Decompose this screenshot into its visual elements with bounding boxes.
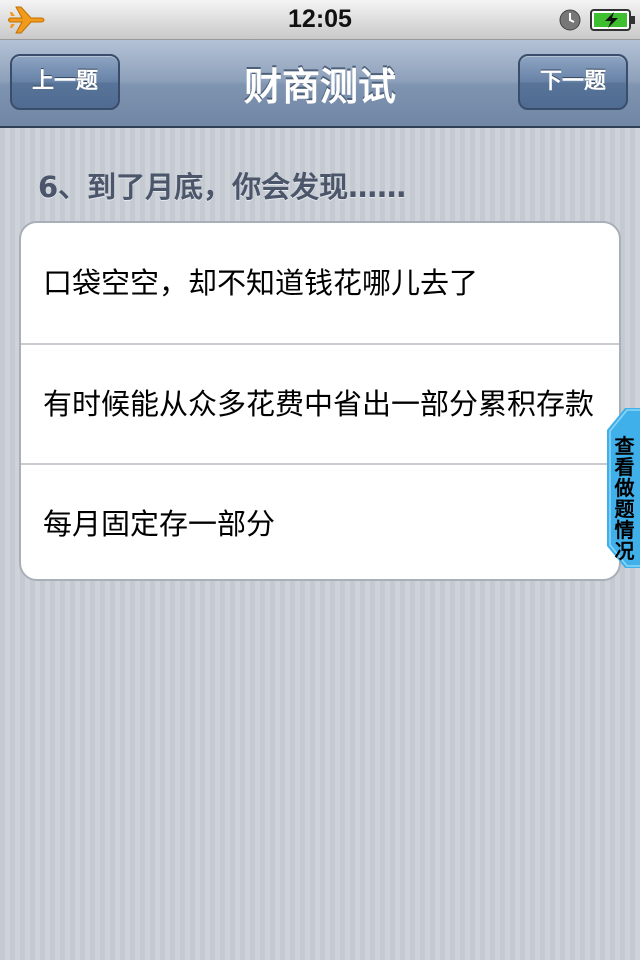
status-bar: 12:05 — [0, 0, 640, 40]
view-progress-label[interactable]: 查看做题情况 — [609, 436, 640, 562]
option-label: 口袋空空，却不知道钱花哪儿去了 — [43, 266, 479, 300]
clock-icon — [559, 9, 581, 31]
next-question-button[interactable]: 下一题 — [518, 54, 628, 110]
nav-bar: 上一题 财商测试 下一题 — [0, 40, 640, 128]
question-text: 6、到了月底，你会发现…… — [38, 170, 407, 204]
option-label: 有时候能从众多花费中省出一部分累积存款 — [43, 387, 595, 421]
option-label: 每月固定存一部分 — [43, 507, 276, 541]
battery-charging-icon — [590, 9, 635, 31]
status-time: 12:05 — [288, 5, 352, 33]
option-item[interactable]: 有时候能从众多花费中省出一部分累积存款 — [21, 343, 619, 463]
options-list: 口袋空空，却不知道钱花哪儿去了 有时候能从众多花费中省出一部分累积存款 每月固定… — [19, 221, 621, 581]
option-item[interactable]: 每月固定存一部分 — [21, 463, 619, 579]
option-item[interactable]: 口袋空空，却不知道钱花哪儿去了 — [21, 223, 619, 343]
